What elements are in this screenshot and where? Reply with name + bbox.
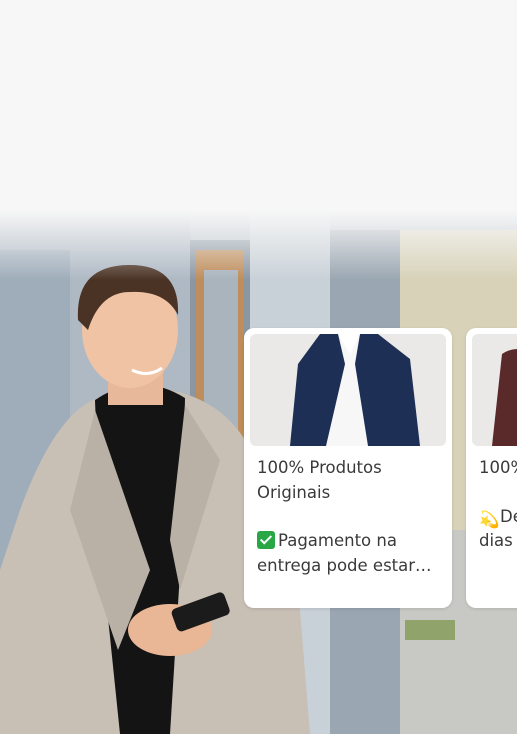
feature-card[interactable]: 100% Origi 💫De troca dias <box>466 328 517 608</box>
card-title: 100% Produtos Originais <box>257 458 382 502</box>
card-description: Pagamento na entrega pode estar… <box>257 529 444 578</box>
empty-header-area <box>0 0 517 230</box>
feature-card[interactable]: 100% Produtos Originais Pagamento na ent… <box>244 328 452 608</box>
product-image <box>250 334 446 446</box>
card-desc-text: Pagamento na entrega pode estar… <box>257 531 432 575</box>
card-text: 100% Origi 💫De troca dias <box>479 456 517 554</box>
card-text: 100% Produtos Originais Pagamento na ent… <box>257 456 444 578</box>
card-title: 100% Origi <box>479 458 517 477</box>
product-image <box>472 334 517 446</box>
top-fade <box>0 210 517 280</box>
check-mark-icon <box>257 531 275 549</box>
hero-banner: 100% Produtos Originais Pagamento na ent… <box>0 210 517 734</box>
card-description: 💫De troca dias <box>479 505 517 554</box>
dizzy-star-icon: 💫 <box>479 509 500 529</box>
